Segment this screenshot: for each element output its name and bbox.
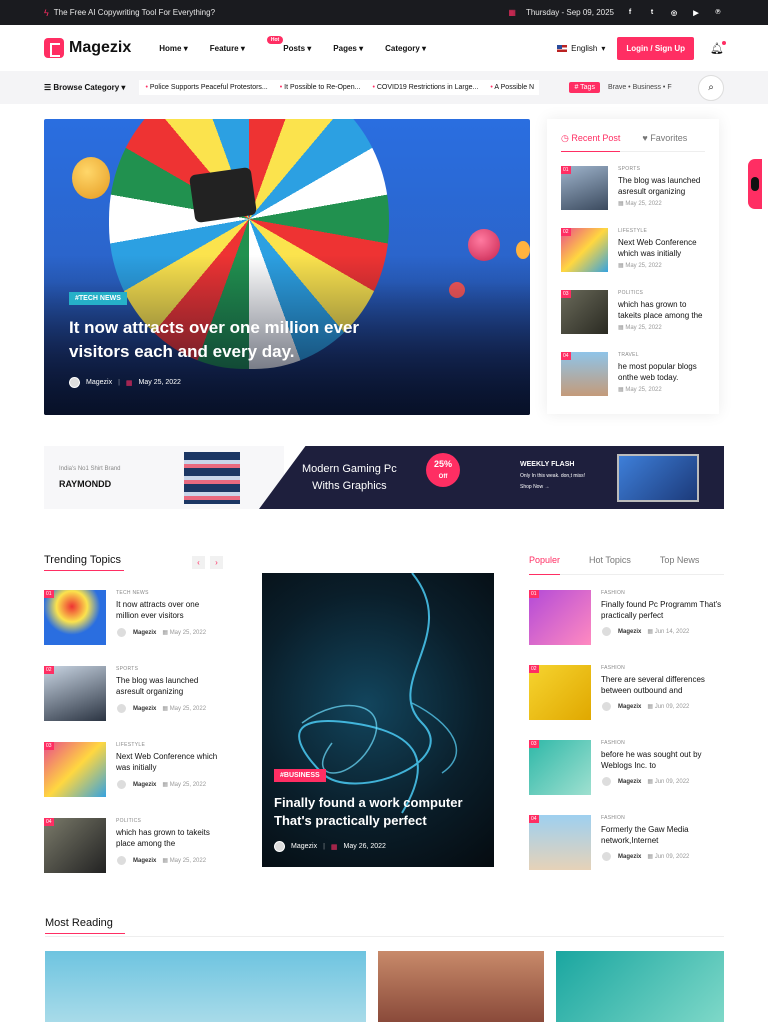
tags-badge: # Tags xyxy=(569,82,600,93)
ad-banner[interactable]: India's No1 Shirt Brand RAYMONDD Modern … xyxy=(44,446,724,509)
list-item[interactable]: 01 TECH NEWS It now attracts over one mil… xyxy=(44,590,224,645)
post-thumbnail: 01 xyxy=(44,590,106,645)
post-thumbnail: 04 xyxy=(44,818,106,873)
youtube-icon[interactable]: ▶ xyxy=(690,7,702,19)
recent-posts-widget: ◷ Recent Post ♥ Favorites 01 SPORTS The b… xyxy=(547,119,719,414)
ticker-item[interactable]: A Possible N xyxy=(490,84,534,91)
post-thumbnail: 03 xyxy=(561,290,608,334)
next-arrow-icon[interactable]: › xyxy=(210,556,223,569)
ticker-item[interactable]: COVID19 Restrictions in Large... xyxy=(372,84,479,91)
trending-title: Trending Topics xyxy=(44,554,125,571)
featured-article[interactable]: #BUSINESS Finally found a work computer … xyxy=(262,573,494,867)
hero-article[interactable]: #TECH NEWS It now attracts over one mill… xyxy=(44,119,530,415)
tab-favorites[interactable]: ♥ Favorites xyxy=(642,133,687,144)
most-reading-title: Most Reading xyxy=(45,917,125,934)
main-header: Magezix Home ▾ Feature ▾Hot Posts ▾ Page… xyxy=(0,25,768,71)
weekly-flash: WEEKLY FLASH Only In this weak. don,t mis… xyxy=(520,461,586,490)
tab-hot-topics[interactable]: Hot Topics xyxy=(589,555,631,565)
tag-list[interactable]: Brave • Business • F xyxy=(608,84,672,91)
sub-bar: ☰ Browse Category ▾ Police Supports Peac… xyxy=(0,71,768,104)
theme-toggle[interactable] xyxy=(748,159,762,209)
computer-image xyxy=(617,454,699,502)
browse-category-menu[interactable]: ☰ Browse Category ▾ xyxy=(44,83,125,92)
calendar-icon: ▦ xyxy=(508,8,516,17)
shop-now-link[interactable]: Shop Now → xyxy=(520,484,585,490)
logo-text: Magezix xyxy=(69,39,132,56)
hero-title[interactable]: It now attracts over one million ever vi… xyxy=(69,316,399,364)
post-thumbnail: 02 xyxy=(561,228,608,272)
tab-top-news[interactable]: Top News xyxy=(660,555,700,565)
list-item[interactable]: 03 LIFESTYLE Next Web Conference which wa… xyxy=(44,742,224,797)
search-icon: ⌕ xyxy=(708,82,714,93)
hero-meta: Magezix | ▦ May 25, 2022 xyxy=(69,377,181,388)
current-date: Thursday - Sep 09, 2025 xyxy=(525,8,614,17)
bell-icon[interactable]: 🔔︎ xyxy=(710,40,726,55)
list-item[interactable]: 03 POLITICS which has grown to takeits pl… xyxy=(561,290,705,338)
shirts-image xyxy=(184,452,240,504)
list-item[interactable]: 04 FASHION Formerly the Gaw Media network… xyxy=(529,815,724,871)
hero-category-badge[interactable]: #TECH NEWS xyxy=(69,292,127,305)
post-thumbnail: 03 xyxy=(44,742,106,797)
tagline: The Free AI Copywriting Tool For Everyth… xyxy=(53,8,216,17)
calendar-icon: ▦ xyxy=(125,379,133,387)
us-flag-icon xyxy=(557,44,568,52)
ad-headline: Modern Gaming Pc Withs Graphics xyxy=(302,463,397,492)
post-thumbnail: 04 xyxy=(561,352,608,396)
list-item[interactable]: 04 POLITICS which has grown to takeits pl… xyxy=(44,818,224,873)
avatar xyxy=(274,841,285,852)
featured-title[interactable]: Finally found a work computer That's pra… xyxy=(274,794,489,830)
nav-category[interactable]: Category ▾ xyxy=(385,44,426,53)
hot-badge: Hot xyxy=(266,35,284,44)
tab-recent-post[interactable]: ◷ Recent Post xyxy=(561,133,621,152)
avatar xyxy=(69,377,80,388)
news-ticker: Police Supports Peaceful Protestors... I… xyxy=(139,80,540,95)
nav-posts[interactable]: Posts ▾ xyxy=(283,44,311,53)
tab-populer[interactable]: Populer xyxy=(529,555,561,575)
search-button[interactable]: ⌕ xyxy=(698,74,724,101)
post-thumbnail: 02 xyxy=(529,665,591,720)
pinterest-icon[interactable]: ℗ xyxy=(712,7,724,19)
logo-icon xyxy=(44,38,64,58)
instagram-icon[interactable]: ◎ xyxy=(668,7,680,19)
nav-home[interactable]: Home ▾ xyxy=(159,44,187,53)
top-bar: ϟ The Free AI Copywriting Tool For Every… xyxy=(0,0,768,25)
logo[interactable]: Magezix xyxy=(44,38,131,58)
author-name[interactable]: Magezix xyxy=(86,379,112,386)
list-item[interactable]: 01 SPORTS The blog was launched asresult … xyxy=(561,166,705,214)
twitter-icon[interactable]: t xyxy=(646,7,658,19)
bolt-icon: ϟ xyxy=(44,7,49,18)
main-nav: Home ▾ Feature ▾Hot Posts ▾ Pages ▾ Cate… xyxy=(159,35,426,53)
nav-feature[interactable]: Feature ▾Hot xyxy=(210,35,284,53)
login-signup-button[interactable]: Login / Sign Up xyxy=(617,36,695,60)
language-selector[interactable]: English ▾ xyxy=(557,44,605,53)
post-thumbnail: 01 xyxy=(561,166,608,210)
list-item[interactable]: 04 TRAVEL he most popular blogs onthe web… xyxy=(561,352,705,400)
ticker-item[interactable]: It Possible to Re-Open... xyxy=(280,84,360,91)
discount-badge: 25% Off xyxy=(426,453,460,487)
most-reading-image[interactable] xyxy=(556,951,724,1022)
list-item[interactable]: 01 FASHION Finally found Pc Programm That… xyxy=(529,590,724,646)
post-thumbnail: 04 xyxy=(529,815,591,870)
post-date: May 25, 2022 xyxy=(138,379,181,386)
post-thumbnail: 02 xyxy=(44,666,106,721)
post-thumbnail: 01 xyxy=(529,590,591,645)
most-reading-image[interactable] xyxy=(378,951,544,1022)
prev-arrow-icon[interactable]: ‹ xyxy=(192,556,205,569)
popular-tabs: Populer Hot Topics Top News xyxy=(529,555,724,575)
list-item[interactable]: 03 FASHION before he was sought out by We… xyxy=(529,740,724,796)
featured-category-badge[interactable]: #BUSINESS xyxy=(274,769,326,782)
list-item[interactable]: 02 SPORTS The blog was launched asresult … xyxy=(44,666,224,721)
ticker-item[interactable]: Police Supports Peaceful Protestors... xyxy=(145,84,268,91)
ad-brand: RAYMONDD xyxy=(59,479,112,489)
list-item[interactable]: 02 LIFESTYLE Next Web Conference which wa… xyxy=(561,228,705,276)
most-reading-image[interactable] xyxy=(45,951,366,1022)
post-thumbnail: 03 xyxy=(529,740,591,795)
list-item[interactable]: 02 FASHION There are several differences … xyxy=(529,665,724,721)
nav-pages[interactable]: Pages ▾ xyxy=(333,44,363,53)
facebook-icon[interactable]: f xyxy=(624,7,636,19)
